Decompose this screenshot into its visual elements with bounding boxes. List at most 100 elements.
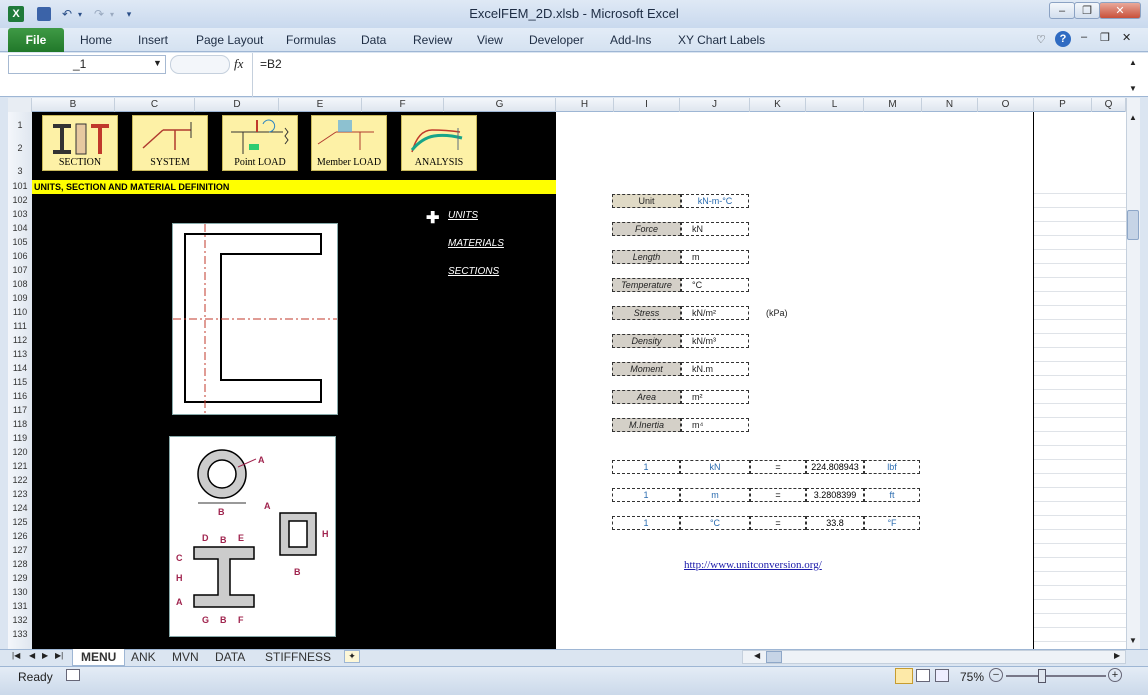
minimize-ribbon-icon[interactable]: ♡ xyxy=(1036,33,1046,46)
row-header-113[interactable]: 113 xyxy=(8,349,32,359)
row-header-107[interactable]: 107 xyxy=(8,265,32,275)
tab-insert[interactable]: Insert xyxy=(138,33,168,47)
tab-view[interactable]: View xyxy=(477,33,503,47)
horizontal-scrollbar[interactable] xyxy=(742,650,1126,664)
column-header-j[interactable]: J xyxy=(680,98,750,112)
tab-developer[interactable]: Developer xyxy=(529,33,584,47)
formula-scroll-up-icon[interactable]: ▲ xyxy=(1129,58,1137,67)
maximize-button[interactable]: ❐ xyxy=(1074,2,1100,19)
row-header-132[interactable]: 132 xyxy=(8,615,32,625)
row-header-106[interactable]: 106 xyxy=(8,251,32,261)
workbook-close-icon[interactable]: ✕ xyxy=(1122,31,1131,44)
page-break-view-icon[interactable] xyxy=(935,669,949,682)
sheet-tab-mvn[interactable]: MVN xyxy=(172,650,199,664)
tab-review[interactable]: Review xyxy=(413,33,452,47)
tab-add-ins[interactable]: Add-Ins xyxy=(610,33,651,47)
next-sheet-icon[interactable]: ▶ xyxy=(42,651,48,660)
section-button[interactable]: SECTION xyxy=(42,115,118,171)
unit-row-value[interactable]: °C xyxy=(681,278,749,292)
unit-row-value[interactable]: m² xyxy=(681,390,749,404)
close-button[interactable]: ✕ xyxy=(1099,2,1141,19)
zoom-out-icon[interactable]: – xyxy=(989,668,1003,682)
tab-data[interactable]: Data xyxy=(361,33,386,47)
row-header-123[interactable]: 123 xyxy=(8,489,32,499)
tab-page-layout[interactable]: Page Layout xyxy=(196,33,263,47)
help-icon[interactable]: ? xyxy=(1055,31,1071,47)
row-header-131[interactable]: 131 xyxy=(8,601,32,611)
last-sheet-icon[interactable]: ▶| xyxy=(55,651,63,660)
sheet-tab-menu[interactable]: MENU xyxy=(72,649,126,666)
name-box[interactable]: _1 xyxy=(8,55,166,74)
row-header-120[interactable]: 120 xyxy=(8,447,32,457)
new-sheet-icon[interactable]: ✦ xyxy=(344,650,360,663)
tab-home[interactable]: Home xyxy=(80,33,112,47)
sheet-tab-data[interactable]: DATA xyxy=(215,650,245,664)
page-layout-view-icon[interactable] xyxy=(916,669,930,682)
sections-link[interactable]: SECTIONS xyxy=(448,266,499,277)
column-header-b[interactable]: B xyxy=(32,98,115,112)
unit-row-value[interactable]: kN xyxy=(681,222,749,236)
formula-bar-splitter[interactable] xyxy=(170,55,230,74)
row-header-121[interactable]: 121 xyxy=(8,461,32,471)
row-header-125[interactable]: 125 xyxy=(8,517,32,527)
row-header-117[interactable]: 117 xyxy=(8,405,32,415)
scroll-up-icon[interactable]: ▲ xyxy=(1129,113,1137,122)
h-scroll-thumb[interactable] xyxy=(766,651,782,663)
column-header-h[interactable]: H xyxy=(556,98,614,112)
column-header-n[interactable]: N xyxy=(922,98,978,112)
scroll-left-icon[interactable]: ◀ xyxy=(754,651,760,660)
zoom-slider[interactable] xyxy=(1006,675,1106,677)
zoom-slider-thumb[interactable] xyxy=(1038,669,1046,683)
row-header-118[interactable]: 118 xyxy=(8,419,32,429)
point-load-button[interactable]: Point LOAD xyxy=(222,115,298,171)
row-header-128[interactable]: 128 xyxy=(8,559,32,569)
unitconversion-link[interactable]: http://www.unitconversion.org/ xyxy=(684,559,822,571)
workbook-restore-icon[interactable]: ❐ xyxy=(1100,31,1110,44)
unit-row-value[interactable]: kN/m² xyxy=(681,306,749,320)
vertical-scrollbar[interactable] xyxy=(1126,98,1140,649)
row-header-111[interactable]: 111 xyxy=(8,321,32,331)
column-header-k[interactable]: K xyxy=(750,98,806,112)
name-box-dropdown-icon[interactable]: ▼ xyxy=(153,58,162,68)
row-header-133[interactable]: 133 xyxy=(8,629,32,639)
column-header-l[interactable]: L xyxy=(806,98,864,112)
minimize-button[interactable]: – xyxy=(1049,2,1075,19)
row-header-114[interactable]: 114 xyxy=(8,363,32,373)
row-header-126[interactable]: 126 xyxy=(8,531,32,541)
column-header-m[interactable]: M xyxy=(864,98,922,112)
analysis-button[interactable]: ANALYSIS xyxy=(401,115,477,171)
first-sheet-icon[interactable]: |◀ xyxy=(12,651,20,660)
scroll-down-icon[interactable]: ▼ xyxy=(1129,636,1137,645)
sheet-tab-stiffness[interactable]: STIFFNESS xyxy=(265,650,331,664)
workbook-minimize-icon[interactable]: – xyxy=(1081,31,1087,43)
formula-scroll-down-icon[interactable]: ▼ xyxy=(1129,84,1137,93)
tab-xy-chart-labels[interactable]: XY Chart Labels xyxy=(678,33,765,47)
row-header-108[interactable]: 108 xyxy=(8,279,32,289)
member-load-button[interactable]: Member LOAD xyxy=(311,115,387,171)
column-header-g[interactable]: G xyxy=(444,98,556,112)
row-header-127[interactable]: 127 xyxy=(8,545,32,555)
unit-row-value[interactable]: m⁴ xyxy=(681,418,749,432)
formula-input[interactable]: =B2 xyxy=(260,57,282,71)
tab-file[interactable]: File xyxy=(8,28,64,52)
row-header-3[interactable]: 3 xyxy=(8,166,32,176)
row-header-124[interactable]: 124 xyxy=(8,503,32,513)
column-header-f[interactable]: F xyxy=(362,98,444,112)
system-button[interactable]: SYSTEM xyxy=(132,115,208,171)
row-header-115[interactable]: 115 xyxy=(8,377,32,387)
row-header-112[interactable]: 112 xyxy=(8,335,32,345)
row-header-105[interactable]: 105 xyxy=(8,237,32,247)
macro-record-icon[interactable] xyxy=(66,669,80,681)
prev-sheet-icon[interactable]: ◀ xyxy=(29,651,35,660)
row-header-116[interactable]: 116 xyxy=(8,391,32,401)
sheet-tab-ank[interactable]: ANK xyxy=(131,650,156,664)
scroll-right-icon[interactable]: ▶ xyxy=(1114,651,1120,660)
row-header-129[interactable]: 129 xyxy=(8,573,32,583)
units-link[interactable]: UNITS xyxy=(448,210,478,221)
row-header-110[interactable]: 110 xyxy=(8,307,32,317)
row-header-102[interactable]: 102 xyxy=(8,195,32,205)
unit-row-value[interactable]: m xyxy=(681,250,749,264)
column-header-q[interactable]: Q xyxy=(1092,98,1126,112)
insert-function-icon[interactable]: fx xyxy=(234,56,243,72)
row-header-119[interactable]: 119 xyxy=(8,433,32,443)
